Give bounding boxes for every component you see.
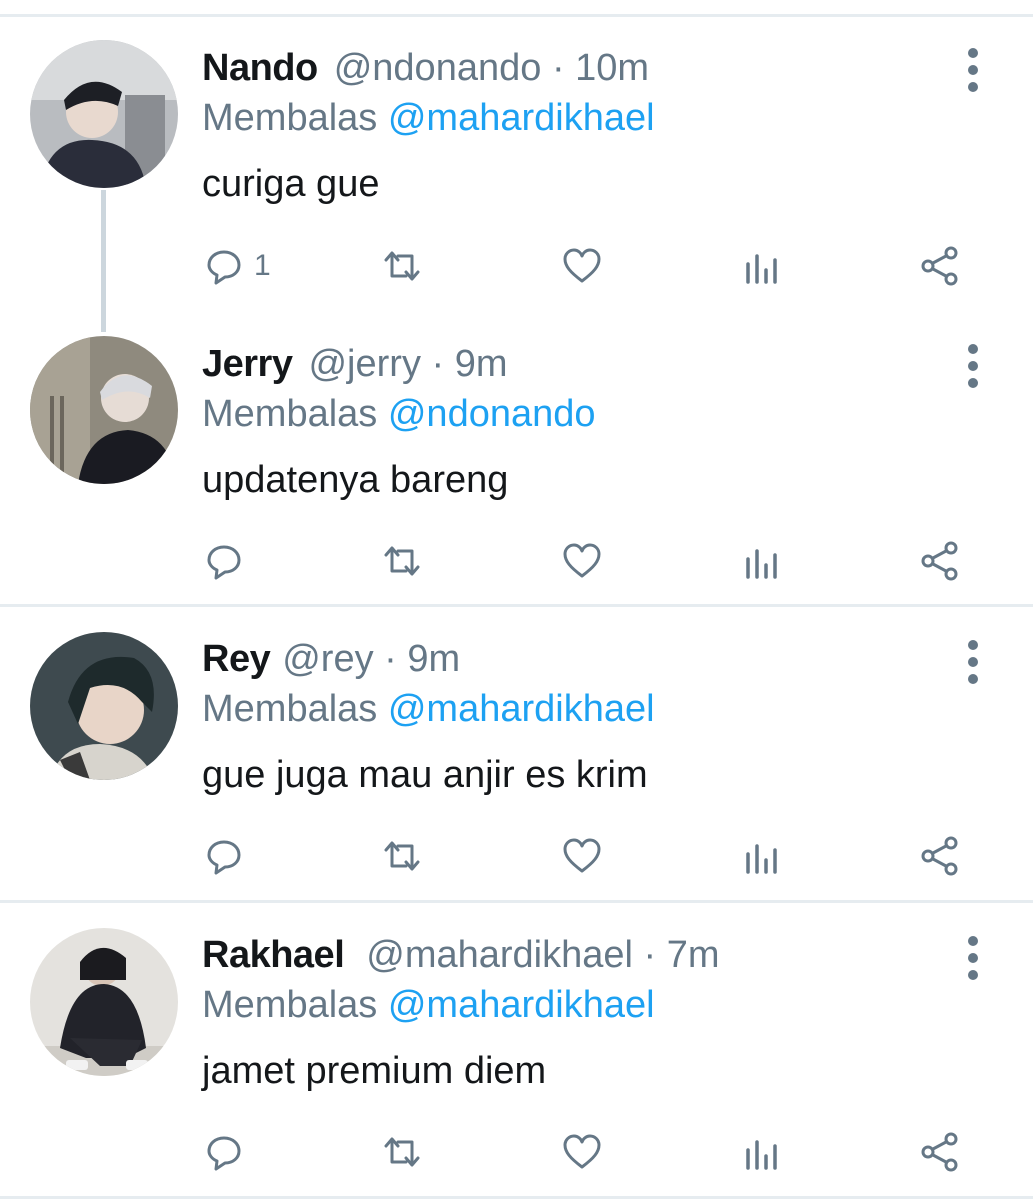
tweet-actions (202, 533, 982, 589)
retweet-icon (384, 1137, 420, 1167)
reply-prefix: Membalas (202, 393, 378, 435)
reply-prefix: Membalas (202, 97, 378, 139)
reply-mention[interactable]: @mahardikhael (388, 97, 655, 139)
avatar[interactable] (30, 928, 178, 1076)
avatar[interactable] (30, 336, 178, 484)
analytics-icon (746, 844, 777, 874)
share-icon (921, 1132, 958, 1172)
reply-context: Membalas @ndonando (202, 390, 596, 438)
reply-mention[interactable]: @mahardikhael (388, 688, 655, 730)
reply-mention[interactable]: @ndonando (388, 393, 596, 435)
retweet-button[interactable] (380, 828, 424, 884)
retweet-icon (384, 841, 420, 871)
share-button[interactable] (918, 533, 962, 589)
share-button[interactable] (918, 238, 962, 294)
reply-button[interactable] (202, 533, 254, 589)
like-button[interactable] (560, 1124, 604, 1180)
retweet-icon (384, 251, 420, 281)
author-name[interactable]: Nando (202, 47, 318, 89)
author-name[interactable]: Rakhael (202, 934, 345, 976)
tweet-header: Jerry @jerry · 9m (202, 340, 508, 388)
analytics-icon (746, 1140, 777, 1170)
reply-icon (207, 250, 241, 285)
author-name[interactable]: Jerry (202, 343, 293, 385)
tweet-actions: 1 (202, 238, 982, 294)
tweet-time[interactable]: · 9m (384, 638, 460, 680)
author-handle[interactable]: @rey (282, 638, 373, 680)
heart-icon (563, 248, 601, 283)
tweet-text: updatenya bareng (202, 459, 509, 501)
tweet-header: Rakhael @mahardikhael · 7m (202, 931, 720, 979)
avatar[interactable] (30, 632, 178, 780)
top-divider (0, 14, 1033, 17)
heart-icon (563, 1134, 601, 1169)
reply-prefix: Membalas (202, 688, 378, 730)
share-icon (921, 836, 958, 876)
tweet-divider (0, 604, 1033, 607)
share-icon (921, 541, 958, 581)
like-button[interactable] (560, 238, 604, 294)
like-button[interactable] (560, 533, 604, 589)
heart-icon (563, 543, 601, 578)
tweet-time[interactable]: · 9m (432, 343, 508, 385)
reply-button[interactable] (202, 828, 254, 884)
reply-context: Membalas @mahardikhael (202, 94, 655, 142)
retweet-button[interactable] (380, 533, 424, 589)
retweet-button[interactable] (380, 1124, 424, 1180)
avatar[interactable] (30, 40, 178, 188)
reply-icon (207, 840, 241, 875)
more-vertical-icon[interactable] (962, 344, 984, 398)
reply-button[interactable]: 1 (202, 238, 271, 294)
tweet-text: curiga gue (202, 163, 380, 205)
author-handle[interactable]: @jerry (308, 343, 420, 385)
share-button[interactable] (918, 828, 962, 884)
tweet-divider (0, 900, 1033, 903)
reply-context: Membalas @mahardikhael (202, 981, 655, 1029)
tweet-divider (0, 1196, 1033, 1199)
tweet-header: Nando @ndonando · 10m (202, 44, 649, 92)
author-name[interactable]: Rey (202, 638, 271, 680)
more-vertical-icon[interactable] (962, 936, 984, 990)
reply-prefix: Membalas (202, 984, 378, 1026)
author-handle[interactable]: @ndonando (334, 47, 542, 89)
heart-icon (563, 838, 601, 873)
tweet-time[interactable]: · 10m (552, 47, 649, 89)
tweet-header: Rey @rey · 9m (202, 635, 460, 683)
author-handle[interactable]: @mahardikhael (366, 934, 633, 976)
more-vertical-icon[interactable] (962, 640, 984, 694)
more-vertical-icon[interactable] (962, 48, 984, 102)
thread-connector-line (101, 190, 106, 332)
analytics-icon (746, 254, 777, 284)
retweet-icon (384, 546, 420, 576)
analytics-button[interactable] (742, 828, 786, 884)
reply-icon (207, 1136, 241, 1171)
reply-mention[interactable]: @mahardikhael (388, 984, 655, 1026)
reply-context: Membalas @mahardikhael (202, 685, 655, 733)
reply-count: 1 (254, 249, 271, 282)
share-icon (921, 246, 958, 286)
like-button[interactable] (560, 828, 604, 884)
analytics-button[interactable] (742, 1124, 786, 1180)
tweet-actions (202, 1124, 982, 1180)
analytics-button[interactable] (742, 238, 786, 294)
retweet-button[interactable] (380, 238, 424, 294)
tweet-actions (202, 828, 982, 884)
tweet-text: jamet premium diem (202, 1050, 547, 1092)
tweet-time[interactable]: · 7m (644, 934, 720, 976)
tweet-text: gue juga mau anjir es krim (202, 754, 648, 796)
analytics-button[interactable] (742, 533, 786, 589)
share-button[interactable] (918, 1124, 962, 1180)
reply-button[interactable] (202, 1124, 254, 1180)
reply-icon (207, 545, 241, 580)
analytics-icon (746, 549, 777, 579)
